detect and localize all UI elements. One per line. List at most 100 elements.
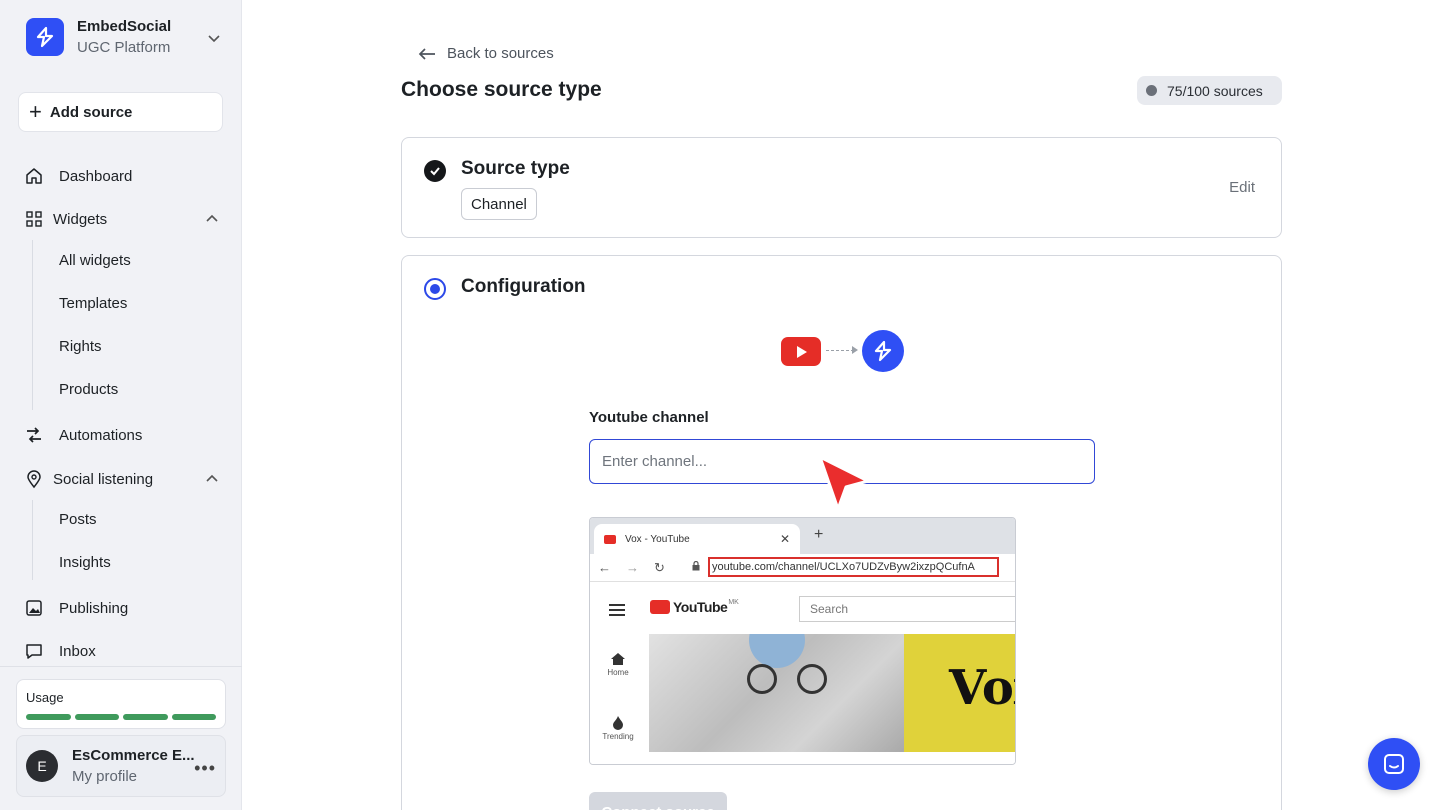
sidebar-item-templates[interactable]: Templates	[59, 295, 127, 317]
usage-card[interactable]: Usage	[16, 679, 226, 729]
youtube-icon	[604, 534, 616, 544]
grid-icon	[26, 211, 42, 227]
browser-url: youtube.com/channel/UCLXo7UDZvByw2ixzpQC…	[708, 557, 999, 577]
sidebar-item-inbox[interactable]: Inbox	[24, 639, 220, 663]
brand-name: EmbedSocial	[77, 18, 172, 35]
youtube-wordmark: YouTube	[673, 599, 728, 615]
arrow-right-icon: →	[626, 560, 639, 575]
browser-tab: Vox - YouTube ✕	[594, 524, 800, 554]
sidebar-item-publishing[interactable]: Publishing	[24, 596, 220, 620]
configuration-title: Configuration	[461, 276, 586, 297]
browser-tab-title: Vox - YouTube	[625, 533, 690, 545]
youtube-search-box: Search	[799, 596, 1015, 622]
home-icon	[26, 168, 42, 184]
usage-segment	[74, 714, 119, 720]
sidebar-item-label: Publishing	[59, 599, 129, 617]
sidebar-item-posts[interactable]: Posts	[59, 511, 97, 533]
side-trending-label: Trending	[602, 732, 634, 741]
arrow-left-icon: ←	[598, 560, 611, 575]
automations-icon	[27, 427, 41, 443]
browser-urlbar: ← → ↻ youtube.com/channel/UCLXo7UDZvByw2…	[590, 554, 1015, 582]
sources-count-badge: 75/100 sources	[1137, 76, 1282, 105]
youtube-logo: YouTube MK	[650, 599, 739, 615]
youtube-side-trending: Trending	[598, 716, 638, 741]
sidebar-item-widgets[interactable]: Widgets	[24, 207, 220, 231]
back-link-label: Back to sources	[447, 45, 554, 62]
banner-wheel	[747, 664, 777, 694]
reload-icon: ↻	[654, 560, 665, 575]
connect-source-button[interactable]: Connect source	[589, 792, 727, 810]
status-dot	[1146, 85, 1157, 96]
youtube-icon	[650, 600, 670, 614]
banner-vox-text: Vox	[949, 660, 1015, 716]
youtube-icon	[781, 337, 821, 366]
arrow-left-icon	[418, 47, 435, 60]
usage-segment	[26, 714, 71, 720]
close-icon: ✕	[779, 532, 790, 546]
usage-bars	[26, 714, 216, 720]
arrow-right-icon	[852, 346, 858, 354]
flame-icon	[613, 716, 623, 730]
chevron-up-icon[interactable]	[204, 471, 220, 487]
usage-segment	[123, 714, 168, 720]
location-pin-icon	[27, 470, 41, 489]
sidebar-item-label: Dashboard	[59, 167, 133, 185]
back-to-sources-link[interactable]: Back to sources	[417, 45, 554, 62]
sidebar-divider	[0, 666, 242, 667]
brand-subtitle: UGC Platform	[77, 39, 171, 56]
plus-icon: +	[29, 99, 42, 124]
profile-subtitle: My profile	[72, 768, 138, 785]
lock-icon	[692, 561, 700, 571]
chevron-up-icon[interactable]	[204, 211, 220, 227]
youtube-page: YouTube MK Search Home Trending Vox	[590, 582, 1015, 764]
sidebar-item-insights[interactable]: Insights	[59, 554, 111, 576]
profile-name: EsCommerce E...	[72, 747, 195, 764]
avatar: E	[26, 750, 58, 782]
add-source-button[interactable]: + Add source	[18, 92, 223, 132]
channel-banner: Vox	[649, 634, 1015, 752]
page-title: Choose source type	[401, 78, 602, 101]
add-source-label: Add source	[49, 103, 133, 121]
example-browser-screenshot: Vox - YouTube ✕ + ← → ↻ youtube.com/chan…	[589, 517, 1016, 765]
sidebar-item-products[interactable]: Products	[59, 381, 118, 403]
sidebar-item-all-widgets[interactable]: All widgets	[59, 252, 131, 274]
sidebar-item-label: Automations	[59, 426, 143, 444]
submenu-line	[32, 500, 33, 580]
side-home-label: Home	[607, 668, 629, 677]
youtube-side-home: Home	[598, 652, 638, 677]
sidebar-item-label: Widgets	[53, 210, 108, 228]
embedsocial-logo-icon	[26, 18, 64, 56]
plus-icon: +	[814, 526, 824, 543]
connector-line	[826, 350, 854, 351]
profile-card[interactable]: E EsCommerce E... My profile •••	[16, 735, 226, 797]
messenger-icon[interactable]	[1368, 738, 1420, 790]
pointer-cursor-icon	[818, 455, 870, 511]
region-code: MK	[728, 599, 739, 606]
sidebar: EmbedSocial UGC Platform + Add source Da…	[0, 0, 242, 810]
configuration-radio[interactable]	[424, 278, 446, 300]
hamburger-icon	[609, 604, 625, 619]
browser-tabbar: Vox - YouTube ✕ +	[590, 518, 1015, 554]
sidebar-item-dashboard[interactable]: Dashboard	[24, 164, 220, 188]
usage-label: Usage	[26, 690, 64, 705]
edit-source-type-link[interactable]: Edit	[1229, 179, 1255, 196]
youtube-channel-label: Youtube channel	[589, 409, 709, 426]
sidebar-item-label: Social listening	[53, 470, 154, 488]
check-icon	[424, 160, 446, 182]
image-icon	[26, 600, 42, 616]
more-icon[interactable]: •••	[194, 758, 216, 779]
sidebar-item-automations[interactable]: Automations	[24, 423, 220, 447]
sidebar-item-label: Inbox	[59, 642, 96, 660]
configuration-card: Configuration Youtube channel Vox - YouT…	[401, 255, 1282, 810]
sidebar-item-rights[interactable]: Rights	[59, 338, 102, 360]
home-icon	[611, 653, 625, 665]
chevron-down-icon	[208, 35, 220, 43]
source-type-chip: Channel	[461, 188, 537, 220]
banner-wheel	[797, 664, 827, 694]
sidebar-item-social-listening[interactable]: Social listening	[24, 467, 220, 491]
chat-bubble-icon	[26, 644, 42, 659]
source-type-card: Source type Channel Edit	[401, 137, 1282, 238]
embedsocial-logo-icon	[862, 330, 904, 372]
source-type-title: Source type	[461, 158, 570, 179]
brand-switcher[interactable]: EmbedSocial UGC Platform	[26, 18, 222, 56]
